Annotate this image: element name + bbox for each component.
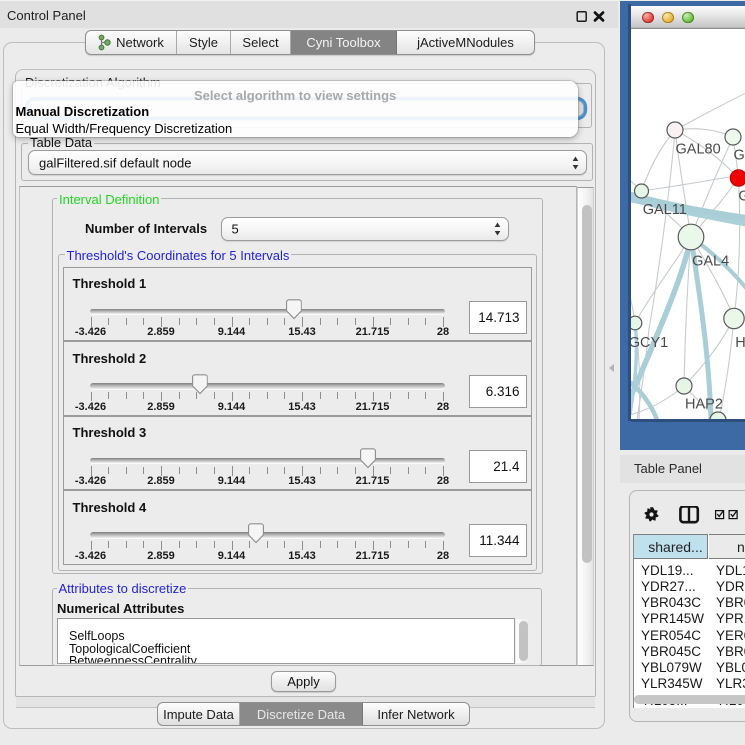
svg-text:GAL11: GAL11: [643, 202, 687, 218]
svg-text:GAL4: GAL4: [692, 253, 729, 269]
svg-text:H: H: [735, 335, 745, 351]
svg-text:HAP2: HAP2: [685, 397, 723, 413]
svg-text:G: G: [738, 189, 745, 205]
svg-text:GAL80: GAL80: [676, 142, 721, 158]
svg-text:GA: GA: [734, 148, 745, 164]
svg-text:GCY1: GCY1: [631, 335, 668, 351]
